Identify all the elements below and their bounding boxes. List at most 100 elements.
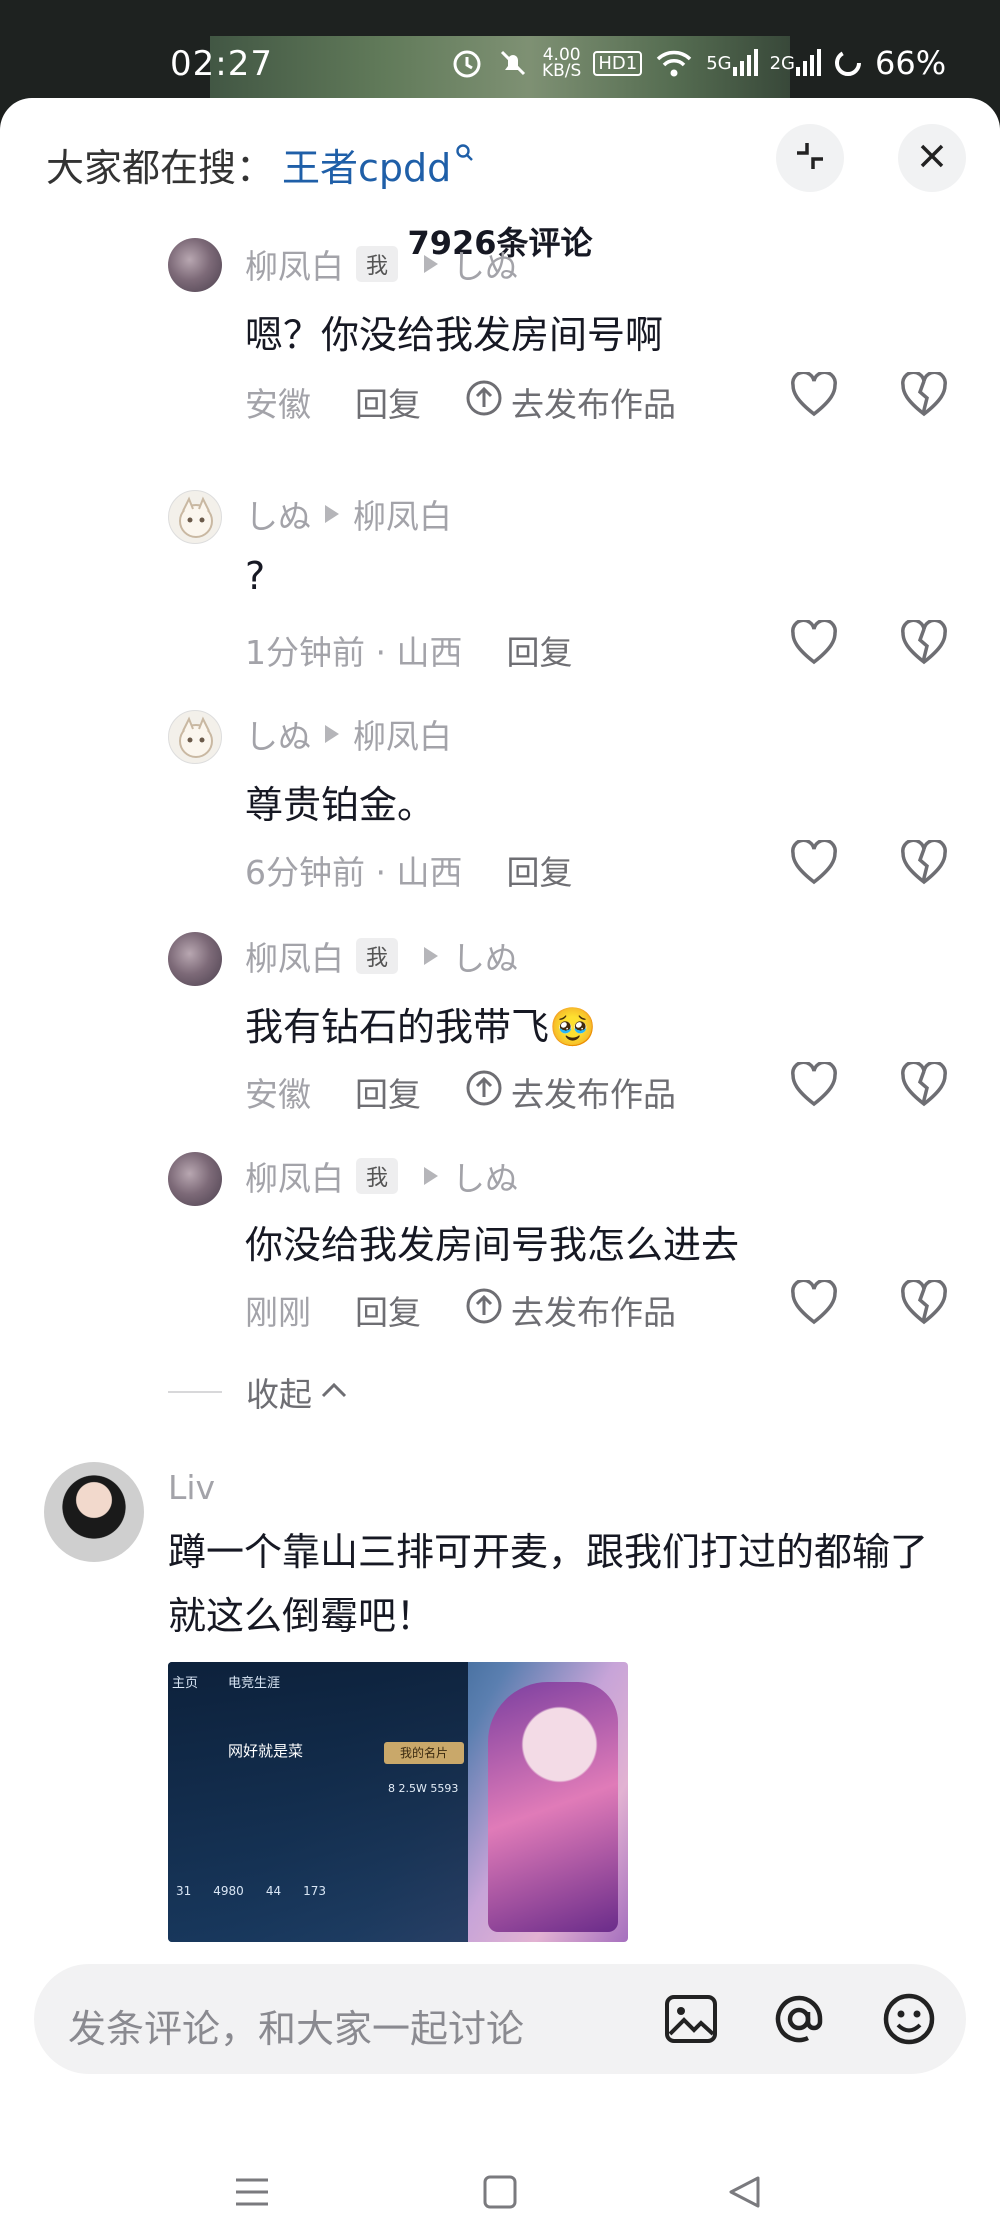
reply-arrow-icon [424,255,439,273]
reply-target[interactable]: しぬ [452,1152,518,1200]
reply-button[interactable]: 回复 [355,1068,421,1116]
heart-icon[interactable] [790,838,838,890]
reply-button[interactable]: 回复 [506,846,572,894]
reply-actions: 安徽 回复 去发布作品 [245,378,676,426]
comment-input-bar[interactable]: 发条评论，和大家一起讨论 [34,1964,966,2074]
search-suggestion[interactable]: 大家都在搜： 王者cpdd [46,134,475,194]
reply-button[interactable]: 回复 [355,378,421,426]
reply-author[interactable]: しぬ [245,710,311,758]
signal-5g-icon: 5G [706,49,758,77]
heart-icon[interactable] [790,370,838,422]
reply-target[interactable]: 柳凤白 [353,710,452,758]
upload-circle-icon [465,1069,503,1115]
image-game-panel: 主页 电竞生涯 网好就是菜 8 2.5W 5593 31 4980 44 173 [168,1662,468,1942]
comment-text: 蹲一个靠山三排可开麦，跟我们打过的都输了就这么倒霉吧！ [168,1530,929,1638]
publish-work-button[interactable]: 去发布作品 [465,1286,676,1334]
upload-circle-icon [465,379,503,425]
heart-icon[interactable] [790,1060,838,1112]
avatar[interactable] [168,1152,222,1206]
heart-icon[interactable] [790,618,838,670]
collapse-label: 收起 [246,1375,312,1414]
reply-target[interactable]: しぬ [452,932,518,980]
collapse-replies-button[interactable]: 收起 [168,1368,348,1416]
image-tab-home: 主页 [172,1676,199,1691]
reply-author[interactable]: しぬ [245,490,311,538]
wifi-icon [654,47,694,79]
broken-heart-icon[interactable] [900,1278,948,1330]
comment-image[interactable]: 主页 电竞生涯 网好就是菜 8 2.5W 5593 31 4980 44 173… [168,1662,628,1942]
back-icon[interactable] [726,2174,762,2214]
at-icon[interactable] [770,1990,828,2052]
reply-time-location: 安徽 [245,1075,311,1114]
reply-arrow-icon [424,1167,439,1185]
divider [168,1391,222,1393]
reply-arrow-icon [325,725,339,743]
image-tab-career: 电竞生涯 [228,1676,281,1691]
reply-time-location: 刚刚 [245,1293,311,1332]
comment-author[interactable]: Liv [168,1468,215,1507]
reply-author[interactable]: 柳凤白 [245,240,344,288]
search-icon [455,143,475,167]
comment-sheet: 大家都在搜： 王者cpdd 7926条评论 柳凤白 我 しぬ 嗯？你没给我发房间… [0,98,1000,2222]
search-prefix: 大家都在搜： [46,145,275,190]
reply-actions: 6分钟前 · 山西 回复 [245,846,572,894]
comment-input-placeholder[interactable]: 发条评论，和大家一起讨论 [68,1998,524,2053]
image-player-name: 网好就是菜 [228,1742,304,1760]
me-tag: 我 [356,1158,399,1194]
reply-text: 嗯？你没给我发房间号啊 [245,313,664,357]
reply-arrow-icon [424,947,439,965]
reply-text: 我有钻石的我带飞🥹 [245,1005,597,1049]
close-icon [918,142,946,174]
avatar[interactable] [168,238,222,292]
chevron-up-icon [320,1380,348,1404]
reply-time-location: 安徽 [245,385,311,424]
hd-badge: HD1 [593,50,643,76]
network-speed: 4.00 KB/S [542,45,582,81]
battery-icon [833,48,863,78]
reply-actions: 刚刚 回复 去发布作品 [245,1286,676,1334]
reply-actions: 安徽 回复 去发布作品 [245,1068,676,1116]
publish-work-button[interactable]: 去发布作品 [465,378,676,426]
avatar[interactable] [44,1462,144,1562]
avatar[interactable] [168,490,222,544]
battery-percent: 66% [875,44,947,82]
collapse-button[interactable] [776,124,844,192]
reply-meta: 柳凤白 我 しぬ [245,1152,518,1200]
broken-heart-icon[interactable] [900,838,948,890]
reply-time-location: 1分钟前 · 山西 [245,633,463,672]
heart-icon[interactable] [790,1278,838,1330]
reply-text: ? [245,554,266,598]
status-time: 02:27 [170,44,273,84]
image-bottom-values: 31 4980 44 173 [176,1884,327,1898]
reply-button[interactable]: 回复 [506,626,572,674]
emoji-icon[interactable] [880,1990,938,2052]
avatar[interactable] [168,710,222,764]
menu-icon[interactable] [232,2174,272,2214]
reply-meta: しぬ 柳凤白 [245,490,452,538]
mute-bell-icon [496,46,530,80]
close-button[interactable] [898,124,966,192]
image-card-label: 我的名片 [384,1742,464,1764]
alarm-icon [450,46,484,80]
avatar[interactable] [168,932,222,986]
home-icon[interactable] [482,2174,518,2214]
reply-target[interactable]: 柳凤白 [353,490,452,538]
reply-arrow-icon [325,505,339,523]
image-icon[interactable] [662,1990,720,2052]
me-tag: 我 [356,246,399,282]
reply-text: 你没给我发房间号我怎么进去 [245,1223,740,1267]
search-term-link[interactable]: 王者cpdd [282,137,451,192]
upload-circle-icon [465,1287,503,1333]
reply-author[interactable]: 柳凤白 [245,1152,344,1200]
publish-work-button[interactable]: 去发布作品 [465,1068,676,1116]
reply-button[interactable]: 回复 [355,1286,421,1334]
image-hero-art [488,1682,618,1932]
reply-author[interactable]: 柳凤白 [245,932,344,980]
broken-heart-icon[interactable] [900,1060,948,1112]
signal-2g-icon: 2G [770,49,822,77]
reply-text: 尊贵铂金。 [245,783,436,827]
reply-target[interactable]: しぬ [452,240,518,288]
broken-heart-icon[interactable] [900,370,948,422]
broken-heart-icon[interactable] [900,618,948,670]
system-nav-bar [0,2158,1000,2222]
